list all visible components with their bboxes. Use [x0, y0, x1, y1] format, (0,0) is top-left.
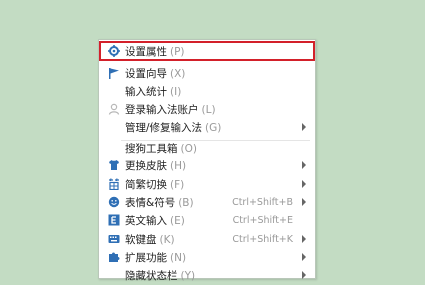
menu-item-label: 简繁切换 — [125, 178, 167, 191]
menu-item-label: 表情&符号 — [125, 196, 176, 209]
menu-item-accel: (K) — [159, 233, 175, 246]
menu-item-accel: (H) — [170, 159, 187, 172]
menu-item-english-input[interactable]: 英文输入 (E) Ctrl+Shift+E — [99, 210, 315, 230]
flag-icon — [108, 67, 120, 79]
menu-item-change-skin[interactable]: 更换皮肤 (H) — [99, 155, 315, 175]
menu-item-label: 登录输入法账户 — [125, 103, 199, 116]
menu-item-setup-wizard[interactable]: 设置向导 (X) — [99, 63, 315, 83]
menu-item-accel: (Y) — [180, 269, 196, 282]
puzzle-icon — [108, 251, 120, 263]
menu-item-accel: (B) — [178, 196, 194, 209]
menu-item-accel: (X) — [170, 67, 186, 80]
menu-item-manage-repair[interactable]: 管理/修复输入法 (G) — [99, 117, 315, 137]
jianfan-icon — [108, 178, 120, 191]
menu-item-label: 设置属性 — [125, 45, 167, 58]
menu-item-label: 更换皮肤 — [125, 159, 167, 172]
menu-item-shortcut: Ctrl+Shift+K — [232, 233, 293, 245]
menu-item-hide-statusbar[interactable]: 隐藏状态栏 (Y) — [99, 265, 315, 285]
menu-item-shortcut: Ctrl+Shift+B — [232, 196, 293, 208]
menu-item-accel: (F) — [170, 178, 185, 191]
smiley-icon — [108, 196, 120, 208]
shirt-icon — [108, 159, 120, 171]
menu-item-extensions[interactable]: 扩展功能 (N) — [99, 247, 315, 267]
menu-item-shortcut: Ctrl+Shift+E — [232, 214, 293, 226]
submenu-arrow-icon — [302, 198, 306, 206]
menu-item-label: 英文输入 — [125, 214, 167, 227]
menu-item-accel: (E) — [170, 214, 185, 227]
menu-item-label: 设置向导 — [125, 67, 167, 80]
menu-item-accel: (P) — [170, 45, 185, 58]
submenu-arrow-icon — [302, 253, 306, 261]
menu-item-soft-keyboard[interactable]: 软键盘 (K) Ctrl+Shift+K — [99, 229, 315, 249]
submenu-arrow-icon — [302, 271, 306, 279]
submenu-arrow-icon — [302, 235, 306, 243]
menu-item-label: 扩展功能 — [125, 251, 167, 264]
menu-item-label: 搜狗工具箱 — [125, 142, 178, 155]
submenu-arrow-icon — [302, 161, 306, 169]
submenu-arrow-icon — [302, 123, 306, 131]
menu-item-accel: (G) — [205, 121, 222, 134]
english-icon — [108, 214, 120, 226]
menu-item-accel: (N) — [170, 251, 187, 264]
menu-item-label: 输入统计 — [125, 85, 167, 98]
menu-item-accel: (I) — [170, 85, 182, 98]
menu-item-accel: (O) — [180, 142, 197, 155]
context-menu: 设置属性 (P) 设置向导 (X) 输入统计 (I) 登录输入法账户 (L) 管理/修复… — [98, 39, 316, 282]
menu-item-simplified-traditional[interactable]: 简繁切换 (F) — [99, 174, 315, 194]
gear-icon — [108, 45, 120, 57]
menu-item-label: 软键盘 — [125, 233, 157, 246]
menu-item-input-stats[interactable]: 输入统计 (I) — [99, 81, 315, 101]
menu-item-settings[interactable]: 设置属性 (P) — [99, 41, 315, 61]
menu-item-emoji-symbols[interactable]: 表情&符号 (B) Ctrl+Shift+B — [99, 192, 315, 212]
menu-item-login-account[interactable]: 登录输入法账户 (L) — [99, 99, 315, 119]
menu-item-accel: (L) — [201, 103, 216, 116]
menu-item-label: 管理/修复输入法 — [125, 121, 203, 134]
user-icon — [108, 103, 120, 115]
submenu-arrow-icon — [302, 180, 306, 188]
menu-item-label: 隐藏状态栏 — [125, 269, 178, 282]
keyboard-icon — [108, 233, 120, 245]
